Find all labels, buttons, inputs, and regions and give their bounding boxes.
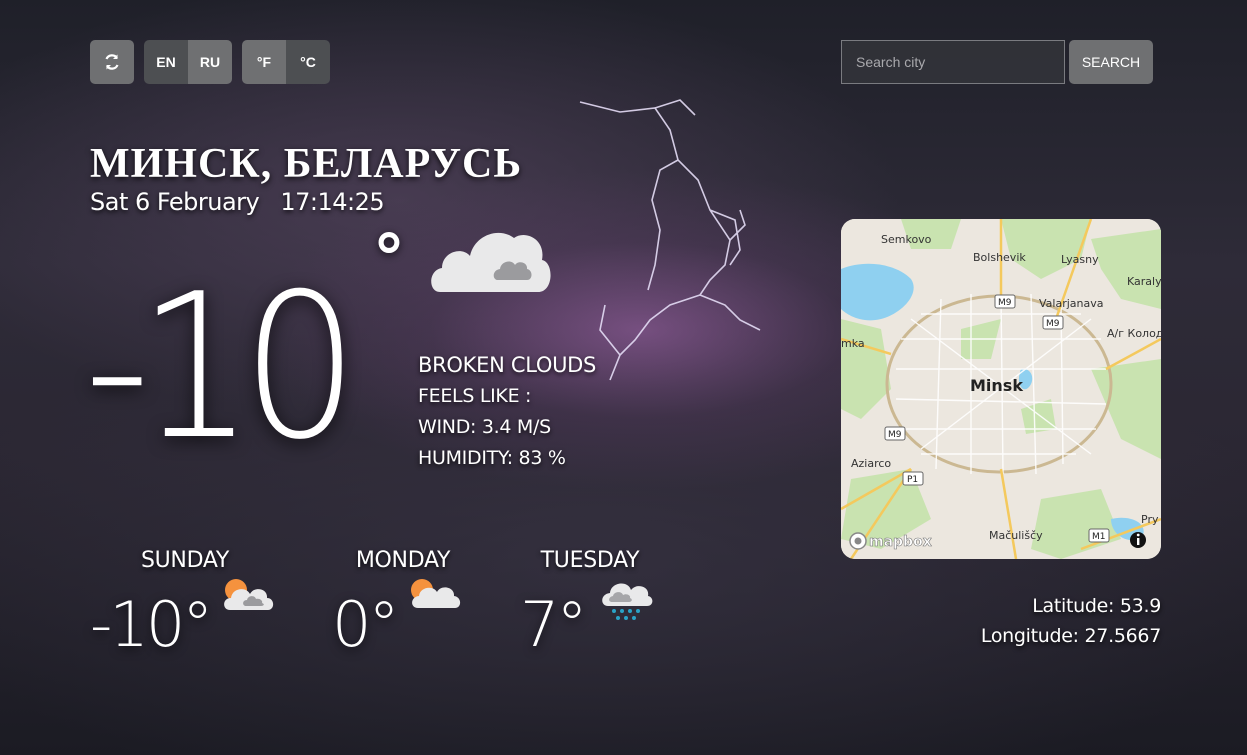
forecast-day-monday: MONDAY 0° (330, 548, 476, 661)
map-road-p1: P1 (907, 475, 918, 485)
map-label-minsk: Minsk (970, 376, 1023, 395)
map-label-pry: Pry (1141, 513, 1159, 526)
wind-speed: WIND: 3.4 M/S (418, 416, 551, 438)
feels-like: FEELS LIKE : (418, 385, 532, 407)
mapbox-brand: mapbox (869, 534, 932, 550)
latitude: Latitude: 53.9 (1032, 595, 1161, 617)
forecast-day-sunday: SUNDAY -10° (90, 548, 280, 661)
city-title: МИНСК, БЕЛАРУСЬ (90, 141, 523, 187)
search-button[interactable]: SEARCH (1069, 40, 1153, 84)
current-temperature: -10 (84, 251, 359, 484)
current-date: Sat 6 February (90, 188, 260, 216)
lang-en-button[interactable]: EN (144, 40, 188, 84)
date-time: Sat 6 February 17:14:25 (90, 188, 385, 216)
forecast-day-name: SUNDAY (140, 548, 230, 573)
map-label-maculiscy: Mačuliščy (989, 529, 1043, 542)
celsius-button[interactable]: °C (286, 40, 330, 84)
map-label-aziarco: Aziarco (851, 457, 891, 470)
coordinates: Latitude: 53.9 Longitude: 27.5667 (981, 591, 1161, 651)
forecast-temp: 0° (332, 588, 399, 661)
current-time: 17:14:25 (280, 188, 385, 216)
broken-clouds-icon (431, 232, 551, 292)
forecast-temp: 7° (520, 588, 587, 661)
forecast-temp: -10° (90, 588, 213, 661)
weather-description: BROKEN CLOUDS (418, 353, 597, 377)
mapbox-logo[interactable]: mapbox (849, 532, 932, 550)
fahrenheit-button[interactable]: °F (242, 40, 286, 84)
map-road-m9: M9 (998, 298, 1012, 308)
longitude: Longitude: 27.5667 (980, 625, 1161, 647)
refresh-icon (105, 54, 119, 70)
forecast-day-tuesday: TUESDAY 7° (518, 548, 662, 661)
map-label-valarjanava: Valarjanava (1039, 297, 1104, 310)
map-road-m9: M9 (1046, 319, 1060, 329)
map-label-akolod: А/г Колод (1107, 327, 1161, 340)
forecast-day-name: MONDAY (355, 548, 451, 573)
map-road-m9: M9 (888, 430, 902, 440)
map-label-semkovo: Semkovo (881, 233, 932, 246)
map-label-mka: mka (841, 337, 865, 350)
map-label-bolshevik: Bolshevik (973, 251, 1026, 264)
map-label-lyasny: Lyasny (1061, 253, 1099, 266)
partly-cloudy-icon (224, 579, 274, 610)
partly-cloudy-icon (411, 579, 461, 608)
map-label-karaly: Karaly (1127, 275, 1161, 288)
lang-ru-button[interactable]: RU (188, 40, 232, 84)
weather-details: BROKEN CLOUDS FEELS LIKE : WIND: 3.4 M/S… (418, 350, 596, 474)
search-city-input[interactable] (841, 40, 1065, 84)
humidity: HUMIDITY: 83 % (418, 447, 566, 469)
map-road-m1: M1 (1092, 532, 1106, 542)
refresh-button[interactable] (90, 40, 134, 84)
degree-symbol: ° (373, 222, 405, 296)
map-canvas: Semkovo Bolshevik Lyasny Karaly Valarjan… (841, 219, 1161, 559)
location-map[interactable]: Semkovo Bolshevik Lyasny Karaly Valarjan… (841, 219, 1161, 559)
snow-cloud-icon (602, 583, 653, 620)
info-icon[interactable] (1130, 532, 1146, 548)
forecast-day-name: TUESDAY (540, 548, 640, 573)
